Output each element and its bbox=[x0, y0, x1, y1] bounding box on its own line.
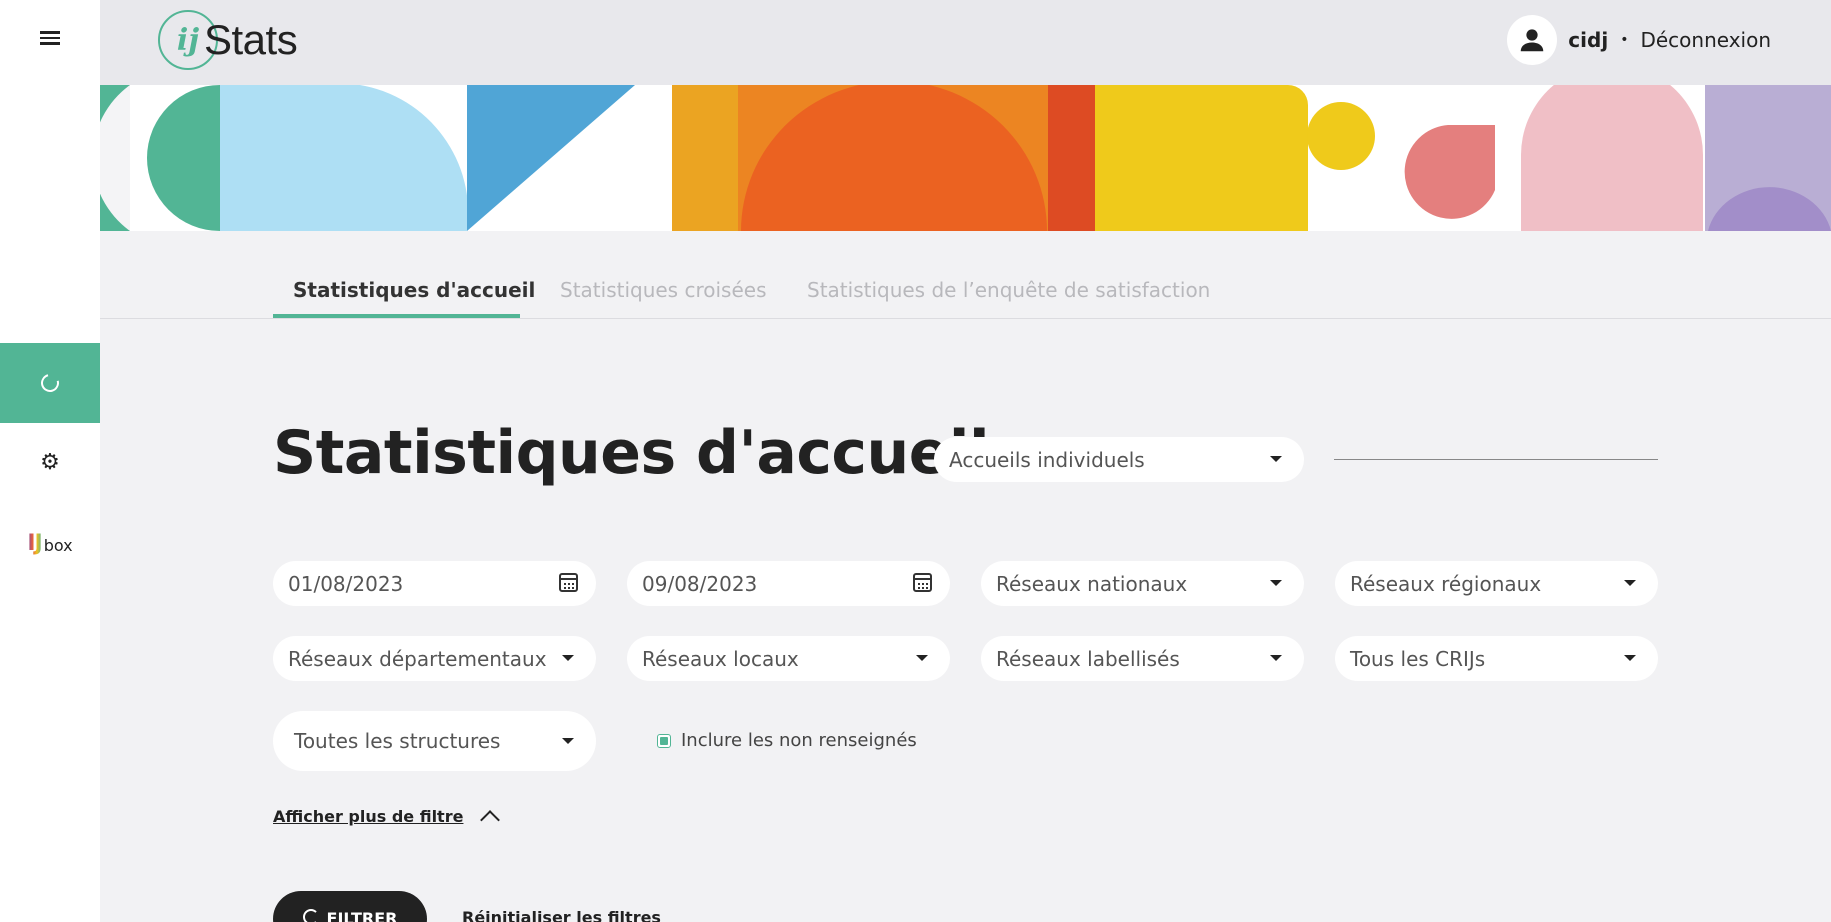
sidebar-item-statistics[interactable] bbox=[0, 343, 100, 423]
chevron-up-icon bbox=[480, 810, 501, 830]
calendar-icon[interactable] bbox=[559, 573, 578, 592]
ijbox-logo: IJ box bbox=[27, 530, 73, 556]
page-title: Statistiques d'accueil bbox=[273, 418, 990, 488]
include-unspecified-checkbox[interactable]: Inclure les non renseignés bbox=[657, 730, 917, 751]
filter-button[interactable]: FILTRER bbox=[273, 891, 427, 922]
type-select[interactable]: Accueils individuels bbox=[934, 437, 1304, 482]
separator-dot: • bbox=[1620, 32, 1629, 48]
avatar[interactable] bbox=[1507, 15, 1558, 65]
loading-ring-icon bbox=[37, 370, 63, 396]
reseaux-departementaux-select[interactable]: Réseaux départementaux bbox=[273, 636, 596, 681]
caret-down-icon bbox=[562, 738, 574, 744]
reseaux-labellises-select[interactable]: Réseaux labellisés bbox=[981, 636, 1304, 681]
decorative-banner bbox=[100, 85, 1831, 231]
sidebar-item-settings[interactable]: ⚙ bbox=[0, 423, 100, 503]
banner-shapes bbox=[100, 85, 1831, 231]
sidebar: ⚙ IJ box bbox=[0, 0, 100, 922]
date-start-field[interactable]: 01/08/2023 bbox=[273, 561, 596, 606]
header: ij Stats cidj • Déconnexion bbox=[100, 0, 1831, 85]
gear-icon: ⚙ bbox=[40, 450, 60, 475]
reseaux-locaux-select[interactable]: Réseaux locaux bbox=[627, 636, 950, 681]
user-icon bbox=[1521, 29, 1544, 52]
caret-down-icon bbox=[1624, 655, 1636, 661]
checkbox-checked-icon[interactable] bbox=[657, 733, 671, 748]
caret-down-icon bbox=[1624, 580, 1636, 586]
user-menu: cidj • Déconnexion bbox=[1507, 15, 1771, 65]
username: cidj bbox=[1568, 28, 1609, 52]
calendar-icon[interactable] bbox=[913, 573, 932, 592]
date-end-field[interactable]: 09/08/2023 bbox=[627, 561, 950, 606]
logout-link[interactable]: Déconnexion bbox=[1640, 28, 1771, 52]
active-tab-indicator bbox=[273, 314, 520, 318]
include-unspecified-label: Inclure les non renseignés bbox=[681, 730, 917, 751]
reset-filters-link[interactable]: Réinitialiser les filtres bbox=[462, 908, 661, 922]
tab-statistiques-accueil[interactable]: Statistiques d'accueil bbox=[293, 278, 535, 302]
tab-enquete-satisfaction[interactable]: Statistiques de l’enquête de satisfactio… bbox=[807, 278, 1210, 302]
caret-down-icon bbox=[916, 655, 928, 661]
structures-select[interactable]: Toutes les structures bbox=[273, 711, 596, 771]
refresh-icon bbox=[302, 909, 319, 922]
logo-text: Stats bbox=[204, 16, 298, 63]
show-more-filters-link[interactable]: Afficher plus de filtre bbox=[273, 805, 501, 830]
caret-down-icon bbox=[1270, 456, 1282, 462]
sidebar-item-ijbox[interactable]: IJ box bbox=[0, 503, 100, 583]
app-logo[interactable]: ij Stats bbox=[158, 10, 298, 70]
divider-line bbox=[1334, 459, 1658, 460]
caret-down-icon bbox=[1270, 655, 1282, 661]
caret-down-icon bbox=[1270, 580, 1282, 586]
tab-statistiques-croisees[interactable]: Statistiques croisées bbox=[560, 278, 766, 302]
crijs-select[interactable]: Tous les CRIJs bbox=[1335, 636, 1658, 681]
tab-bar: Statistiques d'accueil Statistiques croi… bbox=[100, 270, 1831, 319]
reseaux-regionaux-select[interactable]: Réseaux régionaux bbox=[1335, 561, 1658, 606]
reseaux-nationaux-select[interactable]: Réseaux nationaux bbox=[981, 561, 1304, 606]
caret-down-icon bbox=[562, 655, 574, 661]
menu-icon[interactable] bbox=[36, 28, 64, 48]
